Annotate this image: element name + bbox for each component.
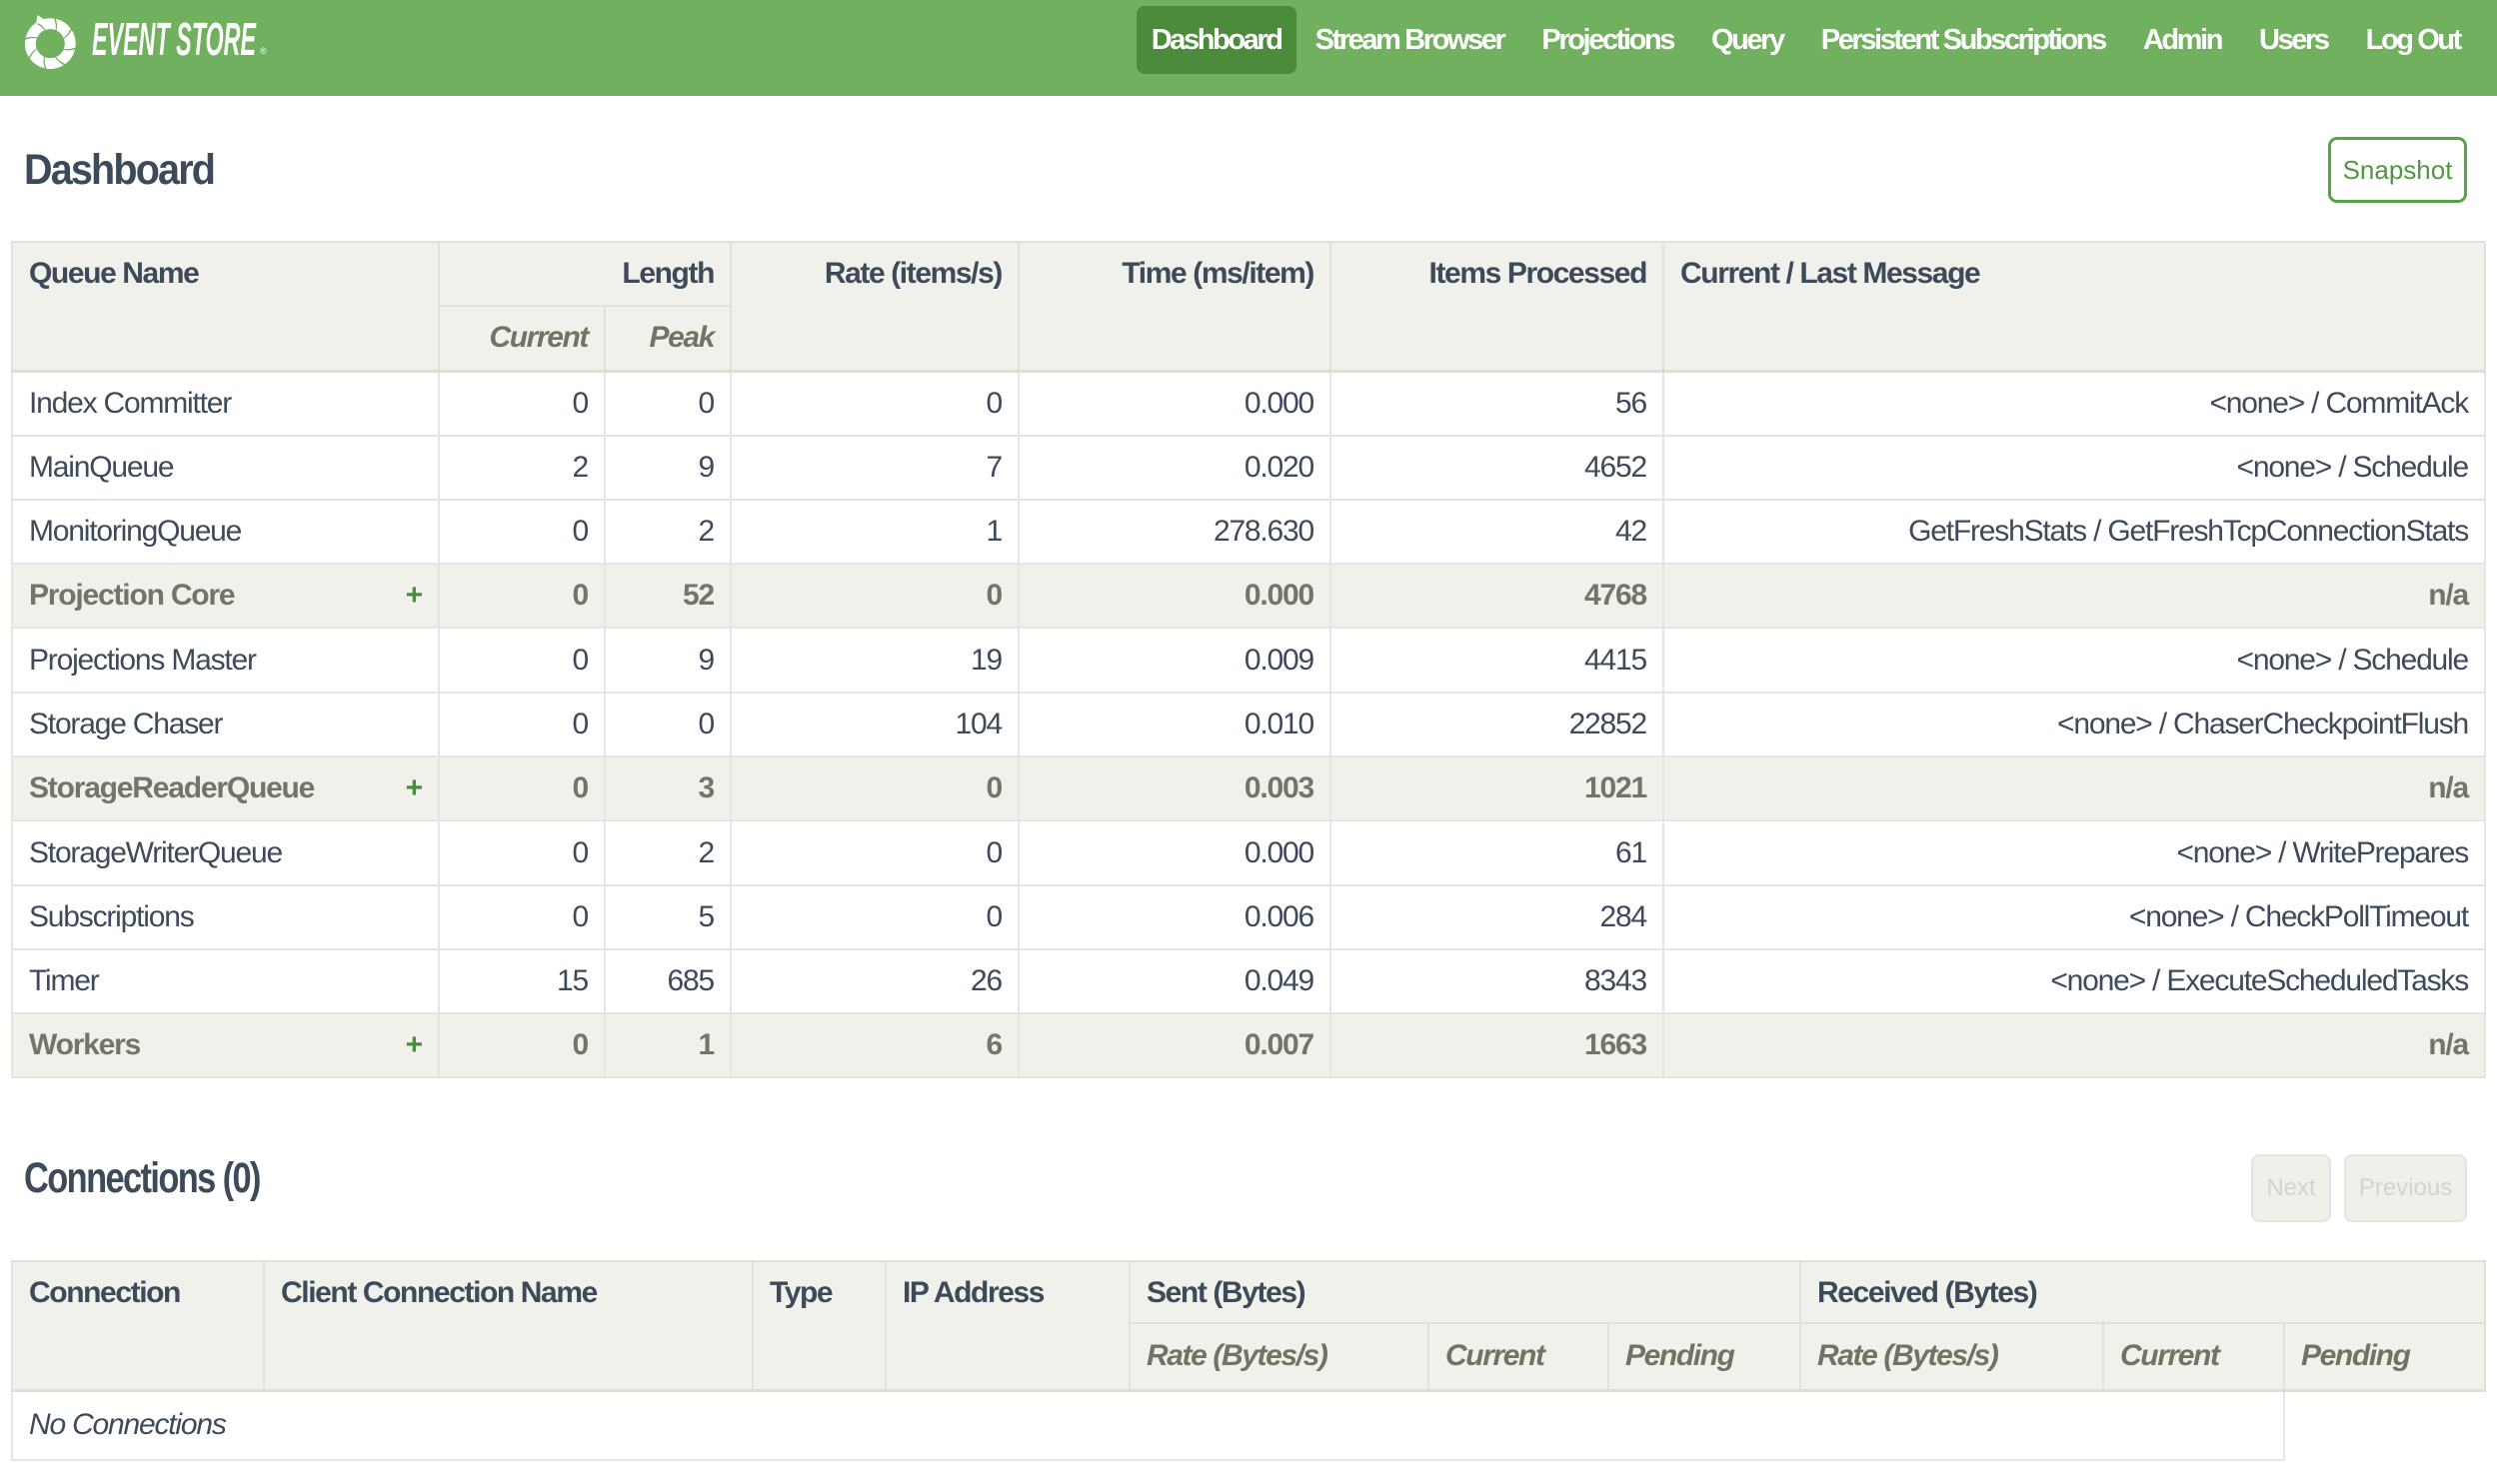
svg-text:®: ® [260, 46, 267, 56]
svg-text:EVENT STORE: EVENT STORE [92, 13, 257, 65]
